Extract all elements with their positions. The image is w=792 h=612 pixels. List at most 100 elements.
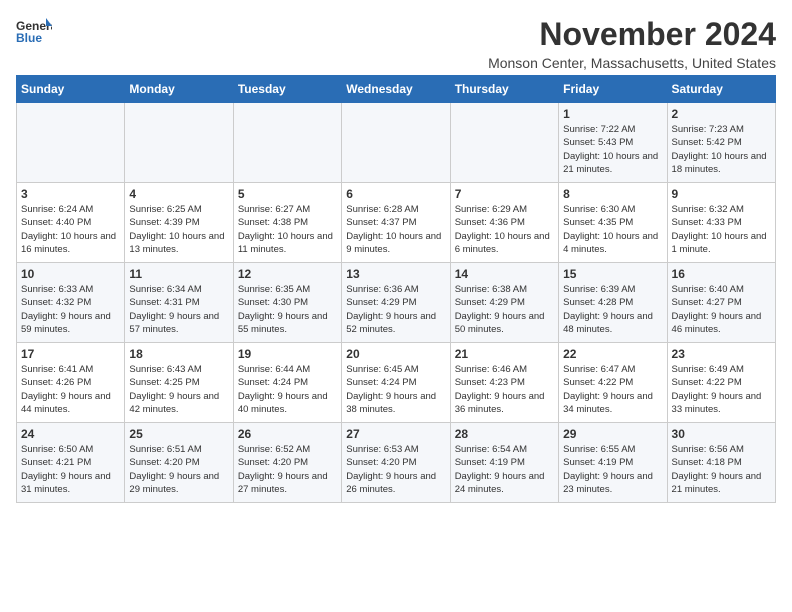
day-number: 11 bbox=[129, 267, 228, 281]
day-number: 22 bbox=[563, 347, 662, 361]
day-of-week-header: Monday bbox=[125, 76, 233, 103]
day-number: 28 bbox=[455, 427, 554, 441]
location-title: Monson Center, Massachusetts, United Sta… bbox=[488, 55, 776, 71]
logo: General Blue bbox=[16, 16, 52, 44]
calendar-cell: 2 Sunrise: 7:23 AM Sunset: 5:42 PM Daylig… bbox=[667, 103, 775, 183]
calendar-cell: 21 Sunrise: 6:46 AM Sunset: 4:23 PM Dayli… bbox=[450, 343, 558, 423]
day-info: Sunrise: 6:25 AM Sunset: 4:39 PM Dayligh… bbox=[129, 203, 228, 256]
day-info: Sunrise: 6:55 AM Sunset: 4:19 PM Dayligh… bbox=[563, 443, 662, 496]
calendar-cell: 11 Sunrise: 6:34 AM Sunset: 4:31 PM Dayli… bbox=[125, 263, 233, 343]
calendar-cell: 20 Sunrise: 6:45 AM Sunset: 4:24 PM Dayli… bbox=[342, 343, 450, 423]
calendar-cell: 14 Sunrise: 6:38 AM Sunset: 4:29 PM Dayli… bbox=[450, 263, 558, 343]
day-info: Sunrise: 6:28 AM Sunset: 4:37 PM Dayligh… bbox=[346, 203, 445, 256]
calendar-week-row: 10 Sunrise: 6:33 AM Sunset: 4:32 PM Dayli… bbox=[17, 263, 776, 343]
calendar-cell: 17 Sunrise: 6:41 AM Sunset: 4:26 PM Dayli… bbox=[17, 343, 125, 423]
day-number: 6 bbox=[346, 187, 445, 201]
day-of-week-header: Sunday bbox=[17, 76, 125, 103]
day-info: Sunrise: 6:53 AM Sunset: 4:20 PM Dayligh… bbox=[346, 443, 445, 496]
day-info: Sunrise: 6:39 AM Sunset: 4:28 PM Dayligh… bbox=[563, 283, 662, 336]
calendar-cell: 7Sunrise: 6:29 AM Sunset: 4:36 PM Daylig… bbox=[450, 183, 558, 263]
day-info: Sunrise: 6:30 AM Sunset: 4:35 PM Dayligh… bbox=[563, 203, 662, 256]
day-number: 19 bbox=[238, 347, 337, 361]
calendar-cell bbox=[450, 103, 558, 183]
day-info: Sunrise: 6:43 AM Sunset: 4:25 PM Dayligh… bbox=[129, 363, 228, 416]
calendar-cell: 15 Sunrise: 6:39 AM Sunset: 4:28 PM Dayli… bbox=[559, 263, 667, 343]
calendar-cell: 19 Sunrise: 6:44 AM Sunset: 4:24 PM Dayli… bbox=[233, 343, 341, 423]
day-number: 25 bbox=[129, 427, 228, 441]
calendar-week-row: 1Sunrise: 7:22 AM Sunset: 5:43 PM Daylig… bbox=[17, 103, 776, 183]
day-of-week-header: Wednesday bbox=[342, 76, 450, 103]
calendar-cell: 29 Sunrise: 6:55 AM Sunset: 4:19 PM Dayli… bbox=[559, 423, 667, 503]
day-info: Sunrise: 6:46 AM Sunset: 4:23 PM Dayligh… bbox=[455, 363, 554, 416]
day-of-week-header: Saturday bbox=[667, 76, 775, 103]
month-title: November 2024 bbox=[488, 16, 776, 53]
calendar-cell: 27 Sunrise: 6:53 AM Sunset: 4:20 PM Dayli… bbox=[342, 423, 450, 503]
calendar-header-row: SundayMondayTuesdayWednesdayThursdayFrid… bbox=[17, 76, 776, 103]
calendar-cell: 30Sunrise: 6:56 AM Sunset: 4:18 PM Dayli… bbox=[667, 423, 775, 503]
day-info: Sunrise: 6:32 AM Sunset: 4:33 PM Dayligh… bbox=[672, 203, 771, 256]
day-number: 14 bbox=[455, 267, 554, 281]
calendar-cell: 9 Sunrise: 6:32 AM Sunset: 4:33 PM Daylig… bbox=[667, 183, 775, 263]
day-number: 26 bbox=[238, 427, 337, 441]
day-number: 9 bbox=[672, 187, 771, 201]
day-number: 2 bbox=[672, 107, 771, 121]
calendar-cell: 5Sunrise: 6:27 AM Sunset: 4:38 PM Daylig… bbox=[233, 183, 341, 263]
day-number: 21 bbox=[455, 347, 554, 361]
day-number: 30 bbox=[672, 427, 771, 441]
day-number: 8 bbox=[563, 187, 662, 201]
calendar-cell bbox=[342, 103, 450, 183]
day-info: Sunrise: 7:23 AM Sunset: 5:42 PM Dayligh… bbox=[672, 123, 771, 176]
calendar-cell: 12 Sunrise: 6:35 AM Sunset: 4:30 PM Dayli… bbox=[233, 263, 341, 343]
calendar-week-row: 24Sunrise: 6:50 AM Sunset: 4:21 PM Dayli… bbox=[17, 423, 776, 503]
day-number: 13 bbox=[346, 267, 445, 281]
day-number: 16 bbox=[672, 267, 771, 281]
calendar-cell: 22Sunrise: 6:47 AM Sunset: 4:22 PM Dayli… bbox=[559, 343, 667, 423]
day-info: Sunrise: 6:41 AM Sunset: 4:26 PM Dayligh… bbox=[21, 363, 120, 416]
calendar-cell: 13 Sunrise: 6:36 AM Sunset: 4:29 PM Dayli… bbox=[342, 263, 450, 343]
day-number: 15 bbox=[563, 267, 662, 281]
calendar-cell: 1Sunrise: 7:22 AM Sunset: 5:43 PM Daylig… bbox=[559, 103, 667, 183]
calendar-week-row: 3 Sunrise: 6:24 AM Sunset: 4:40 PM Daylig… bbox=[17, 183, 776, 263]
calendar-cell: 23 Sunrise: 6:49 AM Sunset: 4:22 PM Dayli… bbox=[667, 343, 775, 423]
title-block: November 2024 Monson Center, Massachuset… bbox=[488, 16, 776, 71]
calendar-cell bbox=[233, 103, 341, 183]
day-info: Sunrise: 6:49 AM Sunset: 4:22 PM Dayligh… bbox=[672, 363, 771, 416]
logo-icon: General Blue bbox=[16, 16, 52, 44]
day-number: 5 bbox=[238, 187, 337, 201]
day-number: 18 bbox=[129, 347, 228, 361]
day-number: 10 bbox=[21, 267, 120, 281]
calendar-table: SundayMondayTuesdayWednesdayThursdayFrid… bbox=[16, 75, 776, 503]
day-info: Sunrise: 6:36 AM Sunset: 4:29 PM Dayligh… bbox=[346, 283, 445, 336]
day-info: Sunrise: 6:33 AM Sunset: 4:32 PM Dayligh… bbox=[21, 283, 120, 336]
day-number: 29 bbox=[563, 427, 662, 441]
calendar-cell: 16 Sunrise: 6:40 AM Sunset: 4:27 PM Dayli… bbox=[667, 263, 775, 343]
day-info: Sunrise: 6:45 AM Sunset: 4:24 PM Dayligh… bbox=[346, 363, 445, 416]
day-number: 24 bbox=[21, 427, 120, 441]
day-info: Sunrise: 6:40 AM Sunset: 4:27 PM Dayligh… bbox=[672, 283, 771, 336]
day-number: 4 bbox=[129, 187, 228, 201]
day-info: Sunrise: 6:35 AM Sunset: 4:30 PM Dayligh… bbox=[238, 283, 337, 336]
day-number: 1 bbox=[563, 107, 662, 121]
day-of-week-header: Tuesday bbox=[233, 76, 341, 103]
calendar-cell: 18 Sunrise: 6:43 AM Sunset: 4:25 PM Dayli… bbox=[125, 343, 233, 423]
day-info: Sunrise: 6:24 AM Sunset: 4:40 PM Dayligh… bbox=[21, 203, 120, 256]
day-number: 12 bbox=[238, 267, 337, 281]
day-of-week-header: Thursday bbox=[450, 76, 558, 103]
day-number: 27 bbox=[346, 427, 445, 441]
calendar-cell: 28 Sunrise: 6:54 AM Sunset: 4:19 PM Dayli… bbox=[450, 423, 558, 503]
day-number: 20 bbox=[346, 347, 445, 361]
calendar-cell: 8 Sunrise: 6:30 AM Sunset: 4:35 PM Daylig… bbox=[559, 183, 667, 263]
day-number: 17 bbox=[21, 347, 120, 361]
svg-text:Blue: Blue bbox=[16, 31, 42, 44]
calendar-body: 1Sunrise: 7:22 AM Sunset: 5:43 PM Daylig… bbox=[17, 103, 776, 503]
calendar-cell: 26Sunrise: 6:52 AM Sunset: 4:20 PM Dayli… bbox=[233, 423, 341, 503]
day-info: Sunrise: 6:34 AM Sunset: 4:31 PM Dayligh… bbox=[129, 283, 228, 336]
day-info: Sunrise: 6:54 AM Sunset: 4:19 PM Dayligh… bbox=[455, 443, 554, 496]
day-info: Sunrise: 6:29 AM Sunset: 4:36 PM Dayligh… bbox=[455, 203, 554, 256]
calendar-cell bbox=[125, 103, 233, 183]
day-info: Sunrise: 6:38 AM Sunset: 4:29 PM Dayligh… bbox=[455, 283, 554, 336]
day-number: 3 bbox=[21, 187, 120, 201]
day-info: Sunrise: 6:44 AM Sunset: 4:24 PM Dayligh… bbox=[238, 363, 337, 416]
calendar-cell bbox=[17, 103, 125, 183]
day-number: 23 bbox=[672, 347, 771, 361]
